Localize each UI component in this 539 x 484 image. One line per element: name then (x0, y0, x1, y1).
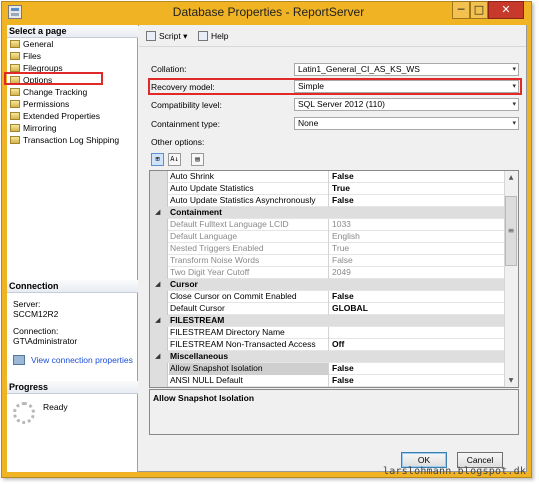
collation-label: Collation: (151, 64, 187, 74)
grid-row-auto-update-statistics-async[interactable]: Auto Update Statistics Asynchronously Fal… (150, 195, 504, 207)
help-button[interactable]: Help (198, 29, 228, 43)
nav-item-permissions[interactable]: Permissions (10, 98, 69, 110)
nav-item-files[interactable]: Files (10, 50, 41, 62)
server-label: Server: (13, 299, 41, 309)
page-icon (10, 112, 20, 120)
server-value: SCCM12R2 (13, 309, 59, 319)
grid-row-filestream-non-transacted-access[interactable]: FILESTREAM Non-Transacted Access Off (150, 339, 504, 351)
scroll-up-arrow[interactable]: ▲ (505, 172, 517, 184)
chevron-down-icon: ▾ (512, 100, 516, 108)
progress-header: Progress (7, 381, 138, 394)
categorized-button[interactable]: ⊞ (151, 153, 164, 166)
page-icon (10, 64, 20, 72)
property-pages-button[interactable]: ▤ (191, 153, 204, 166)
maximize-button[interactable]: □ (470, 1, 488, 19)
nav-item-extended-properties[interactable]: Extended Properties (10, 110, 100, 122)
grid-category-filestream[interactable]: ◢ FILESTREAM (150, 315, 504, 327)
grid-row-auto-update-statistics[interactable]: Auto Update Statistics True (150, 183, 504, 195)
collapse-icon[interactable]: ◢ (155, 207, 160, 218)
nav-item-change-tracking[interactable]: Change Tracking (10, 86, 87, 98)
view-connection-properties-link[interactable]: View connection properties (31, 355, 133, 365)
grid-row-ansi-null-default[interactable]: ANSI NULL Default False (150, 375, 504, 387)
grid-category-cursor[interactable]: ◢ Cursor (150, 279, 504, 291)
help-icon (198, 31, 208, 41)
collapse-icon[interactable]: ◢ (155, 351, 160, 362)
grid-row-allow-snapshot-isolation[interactable]: Allow Snapshot Isolation False (150, 363, 504, 375)
grid-row-default-cursor[interactable]: Default Cursor GLOBAL (150, 303, 504, 315)
grid-category-miscellaneous[interactable]: ◢ Miscellaneous (150, 351, 504, 363)
watermark-text: larslohmann.blogspot.dk (383, 466, 527, 477)
script-dropdown-arrow[interactable]: ▾ (183, 31, 187, 41)
grid-row-two-digit-year-cutoff[interactable]: Two Digit Year Cutoff 2049 (150, 267, 504, 279)
options-highlight-box (4, 72, 103, 85)
page-icon (10, 136, 20, 144)
grid-row-close-cursor-on-commit[interactable]: Close Cursor on Commit Enabled False (150, 291, 504, 303)
property-grid[interactable]: Auto Shrink False Auto Update Statistics T… (149, 170, 519, 388)
collapse-icon[interactable]: ◢ (155, 279, 160, 290)
collation-select[interactable]: Latin1_General_CI_AS_KS_WS ▾ (294, 63, 519, 76)
nav-item-mirroring[interactable]: Mirroring (10, 122, 57, 134)
page-icon (10, 88, 20, 96)
grid-row-auto-shrink[interactable]: Auto Shrink False (150, 171, 504, 183)
containment-type-select[interactable]: None ▾ (294, 117, 519, 130)
grid-category-containment[interactable]: ◢ Containment (150, 207, 504, 219)
close-button[interactable]: ✕ (488, 1, 524, 19)
nav-item-general[interactable]: General (10, 38, 53, 50)
script-icon (146, 31, 156, 41)
select-page-header: Select a page (7, 25, 138, 38)
scrollbar-grip-icon: ≡ (507, 226, 515, 235)
collapse-icon[interactable]: ◢ (155, 315, 160, 326)
alphabetical-button[interactable]: A↓ (168, 153, 181, 166)
grid-row-filestream-directory-name[interactable]: FILESTREAM Directory Name (150, 327, 504, 339)
scroll-down-arrow[interactable]: ▼ (505, 375, 517, 387)
containment-type-label: Containment type: (151, 119, 220, 129)
connection-label: Connection: (13, 326, 59, 336)
property-description-panel: Allow Snapshot Isolation (149, 389, 519, 435)
grid-row-default-language[interactable]: Default Language English (150, 231, 504, 243)
compatibility-level-select[interactable]: SQL Server 2012 (110) ▾ (294, 98, 519, 111)
page-icon (10, 124, 20, 132)
other-options-label: Other options: (151, 137, 205, 147)
connection-header: Connection (7, 280, 138, 293)
compatibility-level-label: Compatibility level: (151, 100, 222, 110)
page-icon (10, 52, 20, 60)
grid-row-transform-noise-words[interactable]: Transform Noise Words False (150, 255, 504, 267)
recovery-model-highlight-box (148, 78, 522, 95)
nav-item-transaction-log-shipping[interactable]: Transaction Log Shipping (10, 134, 119, 146)
grid-row-nested-triggers-enabled[interactable]: Nested Triggers Enabled True (150, 243, 504, 255)
minimize-button[interactable]: ─ (452, 1, 470, 19)
chevron-down-icon: ▾ (512, 65, 516, 73)
progress-status: Ready (43, 402, 68, 412)
connection-value: GT\Administrator (13, 336, 78, 346)
progress-spinner-icon (13, 402, 35, 424)
property-grid-toolbar: ⊞ A↓ ▤ (151, 153, 211, 166)
page-icon (10, 40, 20, 48)
grid-row-default-fulltext-language-lcid[interactable]: Default Fulltext Language LCID 1033 (150, 219, 504, 231)
page-icon (10, 100, 20, 108)
connection-icon (13, 355, 25, 365)
chevron-down-icon: ▾ (512, 119, 516, 127)
script-button[interactable]: Script ▾ (146, 29, 187, 43)
